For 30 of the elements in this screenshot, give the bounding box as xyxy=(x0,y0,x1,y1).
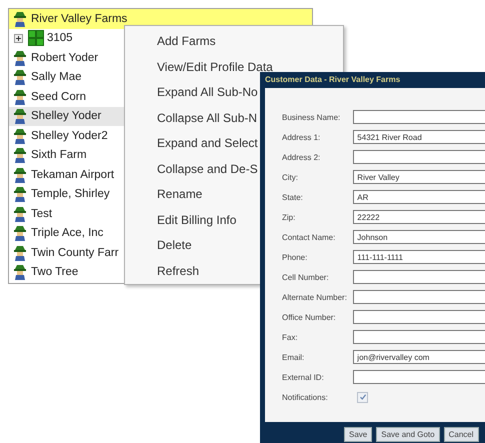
tree-item-label: 3105 xyxy=(47,32,73,44)
tree-item-label: Tekaman Airport xyxy=(31,168,114,181)
tree-item-label: Shelley Yoder xyxy=(31,110,102,122)
field-label: Email: xyxy=(282,352,306,362)
field-label: Address 1: xyxy=(282,132,322,142)
field-label: External ID: xyxy=(282,372,325,382)
dialog-title: Customer Data - River Valley Farms xyxy=(264,74,402,86)
field-label: City: xyxy=(282,172,299,182)
tree-item-label: River Valley Farms xyxy=(31,12,128,25)
tree-item-label: Robert Yoder xyxy=(31,52,98,64)
field-label: Notifications: xyxy=(282,392,329,402)
tree-item-label: Temple, Shirley xyxy=(31,188,110,200)
field-label: Fax: xyxy=(282,332,299,342)
field-label: Business Name: xyxy=(282,112,342,122)
field-label: Contact Name: xyxy=(282,232,336,242)
tree-item-label: Twin County Farr xyxy=(31,246,119,259)
field-label: Cell Number: xyxy=(282,272,330,282)
tree-item-label: Shelley Yoder2 xyxy=(31,130,108,142)
field-label: Zip: xyxy=(282,212,296,222)
tree-item-label: Triple Ace, Inc xyxy=(31,227,104,240)
field-label: Alternate Number: xyxy=(282,292,348,302)
field-label: Address 2: xyxy=(282,152,322,162)
tree-item-label: Sally Mae xyxy=(31,71,82,84)
field-label: Phone: xyxy=(282,252,308,262)
tree-item-label: Two Tree xyxy=(31,266,78,278)
tree-item-label: Sixth Farm xyxy=(31,149,87,162)
tree-item-label: Test xyxy=(31,208,52,220)
tree-item-label: Seed Corn xyxy=(31,90,86,103)
field-label: Office Number: xyxy=(282,312,337,322)
field-label: State: xyxy=(282,192,304,202)
